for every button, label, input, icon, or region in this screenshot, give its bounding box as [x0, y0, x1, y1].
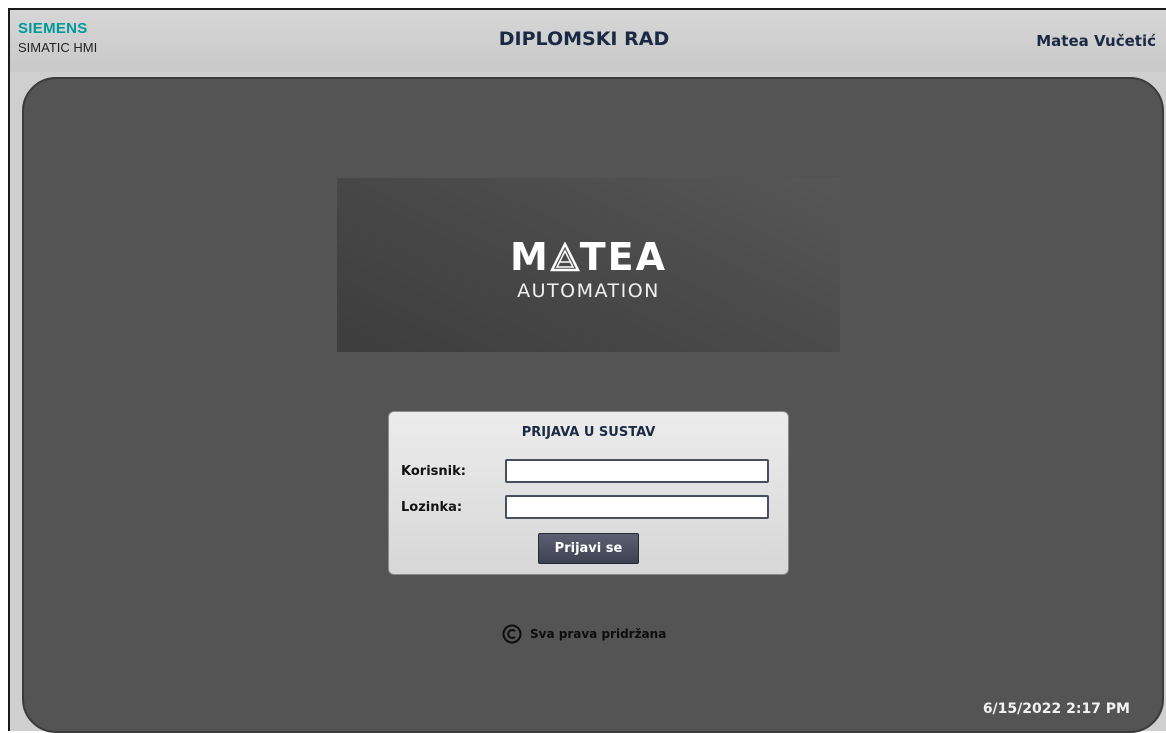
hmi-window: SIEMENS SIMATIC HMI DIPLOMSKI RAD Matea … — [8, 8, 1166, 733]
logo-text-suffix: TEA — [579, 235, 668, 279]
copyright-notice: Sva prava pridržana — [502, 624, 666, 644]
main-panel: M TEA AUTOMATION PRIJAVA U SUSTAV Korisni… — [22, 77, 1164, 733]
login-button[interactable]: Prijavi se — [538, 533, 639, 564]
header-bar: SIEMENS SIMATIC HMI DIPLOMSKI RAD Matea … — [10, 10, 1166, 72]
username-label: Korisnik: — [401, 464, 466, 479]
login-dialog: PRIJAVA U SUSTAV Korisnik: Lozinka: Prij… — [388, 411, 789, 575]
company-logo: M TEA AUTOMATION — [337, 178, 840, 352]
date-time-display: 6/15/2022 2:17 PM — [982, 701, 1130, 717]
password-input[interactable] — [505, 495, 769, 519]
login-title: PRIJAVA U SUSTAV — [521, 425, 656, 440]
copyright-text: Sva prava pridržana — [530, 627, 667, 641]
user-name: Matea Vučetić — [1036, 32, 1156, 50]
copyright-icon — [502, 624, 522, 644]
page-title: DIPLOMSKI RAD — [498, 28, 670, 50]
logo-text-prefix: M — [509, 235, 550, 279]
triangle-logo-icon — [549, 237, 580, 281]
password-label: Lozinka: — [401, 500, 463, 515]
username-input[interactable] — [505, 459, 769, 483]
logo-subtitle: AUTOMATION — [517, 280, 660, 302]
logo-wordmark: M TEA — [337, 235, 840, 281]
